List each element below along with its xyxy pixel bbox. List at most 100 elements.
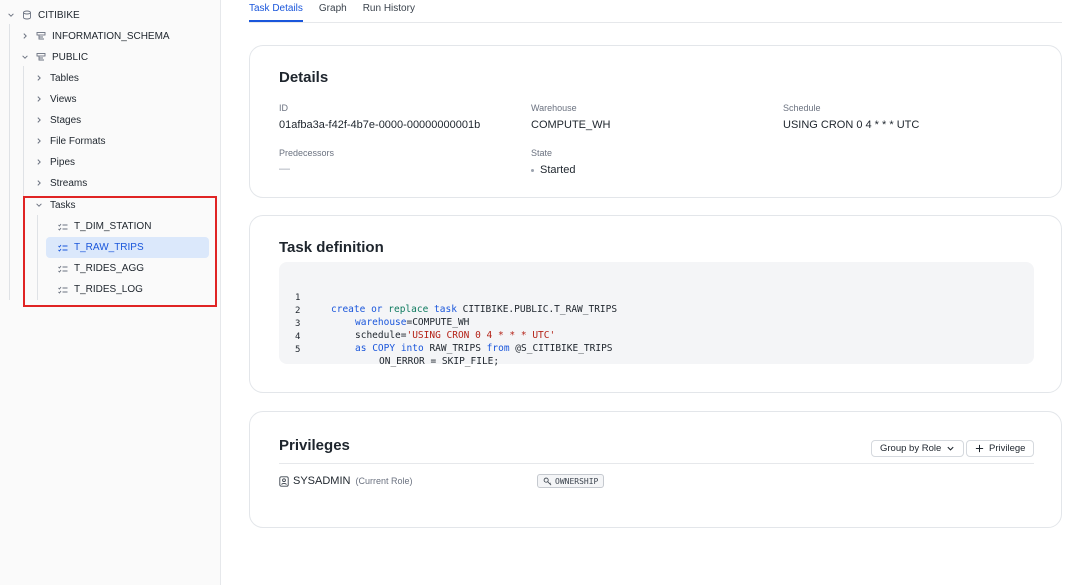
- tree-item-label: Streams: [50, 177, 88, 189]
- tree-item-label: Stages: [50, 114, 82, 126]
- tree-item-label: T_RAW_TRIPS: [74, 242, 144, 253]
- object-explorer-sidebar: CITIBIKE INFORMATION_SCHEMA PUBLIC Table…: [0, 0, 221, 585]
- tab-task-details[interactable]: Task Details: [249, 0, 303, 22]
- id-value: 01afba3a-f42f-4b7e-0000-00000000001b: [279, 119, 481, 131]
- tree-item-schema-public[interactable]: PUBLIC: [20, 47, 88, 67]
- chevron-down-icon: [20, 53, 29, 62]
- tree-item-label: CITIBIKE: [38, 9, 80, 21]
- tree-item-label: Tables: [50, 72, 79, 84]
- role-icon: [279, 475, 289, 487]
- state-text: Started: [540, 164, 576, 176]
- tree-item-database[interactable]: CITIBIKE: [6, 5, 80, 25]
- schedule-value: USING CRON 0 4 * * * UTC: [783, 119, 920, 131]
- chevron-down-icon: [6, 11, 15, 20]
- task-list-icon: [58, 285, 68, 295]
- tree-item-schema-information-schema[interactable]: INFORMATION_SCHEMA: [20, 26, 170, 46]
- code-keyword: as: [355, 343, 367, 354]
- code-keyword: replace: [388, 304, 429, 315]
- tree-guide-line: [9, 24, 10, 300]
- privileges-card: Privileges Group by Role Privilege SYSAD…: [249, 411, 1062, 528]
- chevron-down-icon: [946, 444, 955, 453]
- add-privilege-button[interactable]: Privilege: [966, 440, 1035, 457]
- tree-item-stages[interactable]: Stages: [34, 110, 81, 130]
- task-list-icon: [58, 222, 68, 232]
- predecessors-label: Predecessors: [279, 148, 335, 158]
- tree-item-views[interactable]: Views: [34, 89, 77, 109]
- button-label: Privilege: [989, 443, 1026, 454]
- button-label: Group by Role: [880, 443, 942, 454]
- tree-item-label: T_RIDES_LOG: [74, 284, 143, 295]
- tree-item-task-t-raw-trips[interactable]: T_RAW_TRIPS: [46, 237, 209, 258]
- key-icon: [543, 477, 552, 485]
- ownership-badge: OWNERSHIP: [537, 474, 605, 488]
- group-by-role-button[interactable]: Group by Role: [871, 440, 965, 457]
- tree-guide-line: [37, 215, 38, 300]
- database-icon: [22, 10, 32, 20]
- tree-item-task-t-dim-station[interactable]: T_DIM_STATION: [46, 216, 209, 237]
- task-tabs: Task Details Graph Run History: [249, 0, 1062, 23]
- code-identifier: =COMPUTE_WH: [406, 317, 470, 328]
- chevron-right-icon: [34, 116, 43, 125]
- tree-item-label: Views: [50, 93, 77, 105]
- tree-item-label: Pipes: [50, 156, 76, 168]
- code-keyword: or: [371, 304, 383, 315]
- code-line-2: 2 warehouse=COMPUTE_WH: [279, 295, 469, 328]
- tree-item-label: T_RIDES_AGG: [74, 263, 145, 274]
- task-definition-card: Task definition 1 create or replace task…: [249, 215, 1062, 393]
- tab-graph[interactable]: Graph: [319, 0, 347, 22]
- task-definition-title: Task definition: [279, 239, 384, 256]
- chevron-right-icon: [34, 179, 43, 188]
- code-identifier: CITIBIKE.PUBLIC.T_RAW_TRIPS: [462, 304, 618, 315]
- chevron-right-icon: [20, 32, 29, 41]
- badge-label: OWNERSHIP: [555, 476, 599, 486]
- code-keyword: task: [434, 304, 457, 315]
- tree-item-task-t-rides-log[interactable]: T_RIDES_LOG: [46, 279, 209, 300]
- schema-icon: [36, 52, 46, 62]
- code-keyword: from: [486, 343, 510, 354]
- tab-run-history[interactable]: Run History: [363, 0, 415, 22]
- state-value: Started: [531, 164, 575, 176]
- role-row: SYSADMIN (Current Role): [279, 475, 412, 487]
- code-string: 'USING CRON 0 4 * * * UTC': [406, 330, 556, 341]
- schema-icon: [36, 31, 46, 41]
- code-identifier: @S_CITIBIKE_TRIPS: [515, 343, 613, 354]
- tree-item-tables[interactable]: Tables: [34, 68, 79, 88]
- tree-item-pipes[interactable]: Pipes: [34, 152, 75, 172]
- tree-item-task-t-rides-agg[interactable]: T_RIDES_AGG: [46, 258, 209, 279]
- chevron-right-icon: [34, 137, 43, 146]
- task-list-icon: [58, 243, 68, 253]
- state-label: State: [531, 148, 553, 158]
- tree-item-label: INFORMATION_SCHEMA: [52, 30, 170, 42]
- code-line-1: 1 create or replace task CITIBIKE.PUBLIC…: [279, 282, 617, 315]
- code-line-3: 3 schedule='USING CRON 0 4 * * * UTC': [279, 308, 555, 341]
- code-keyword: create: [331, 304, 366, 315]
- code-identifier: ON_ERROR = SKIP_FILE;: [379, 356, 500, 367]
- code-keyword: COPY: [372, 343, 396, 354]
- tree-item-label: File Formats: [50, 135, 106, 147]
- code-keyword: into: [400, 343, 424, 354]
- plus-icon: [975, 444, 984, 453]
- privileges-title: Privileges: [279, 437, 350, 454]
- privileges-divider: [279, 463, 1034, 464]
- id-label: ID: [279, 103, 288, 113]
- code-block[interactable]: 1 create or replace task CITIBIKE.PUBLIC…: [279, 262, 1034, 367]
- details-card: Details ID 01afba3a-f42f-4b7e-0000-00000…: [249, 45, 1062, 198]
- predecessors-value: —: [279, 163, 290, 175]
- chevron-right-icon: [34, 158, 43, 167]
- warehouse-label: Warehouse: [531, 103, 577, 113]
- code-line-4: 4 as COPY into RAW_TRIPS from @S_CITIBIK…: [279, 321, 613, 354]
- tree-item-streams[interactable]: Streams: [34, 173, 87, 193]
- code-identifier: schedule=: [355, 330, 407, 341]
- tree-item-label: T_DIM_STATION: [74, 221, 152, 232]
- code-line-5: 5 ON_ERROR = SKIP_FILE;: [279, 334, 499, 367]
- details-title: Details: [279, 69, 329, 86]
- warehouse-value: COMPUTE_WH: [531, 119, 611, 131]
- schedule-label: Schedule: [783, 103, 821, 113]
- role-note: (Current Role): [355, 476, 413, 486]
- tree-item-tasks[interactable]: Tasks: [34, 195, 76, 215]
- code-keyword: warehouse: [355, 317, 407, 328]
- tree-item-file-formats[interactable]: File Formats: [34, 131, 106, 151]
- role-name: SYSADMIN: [293, 475, 351, 487]
- line-number: 5: [295, 345, 301, 355]
- chevron-right-icon: [34, 95, 43, 104]
